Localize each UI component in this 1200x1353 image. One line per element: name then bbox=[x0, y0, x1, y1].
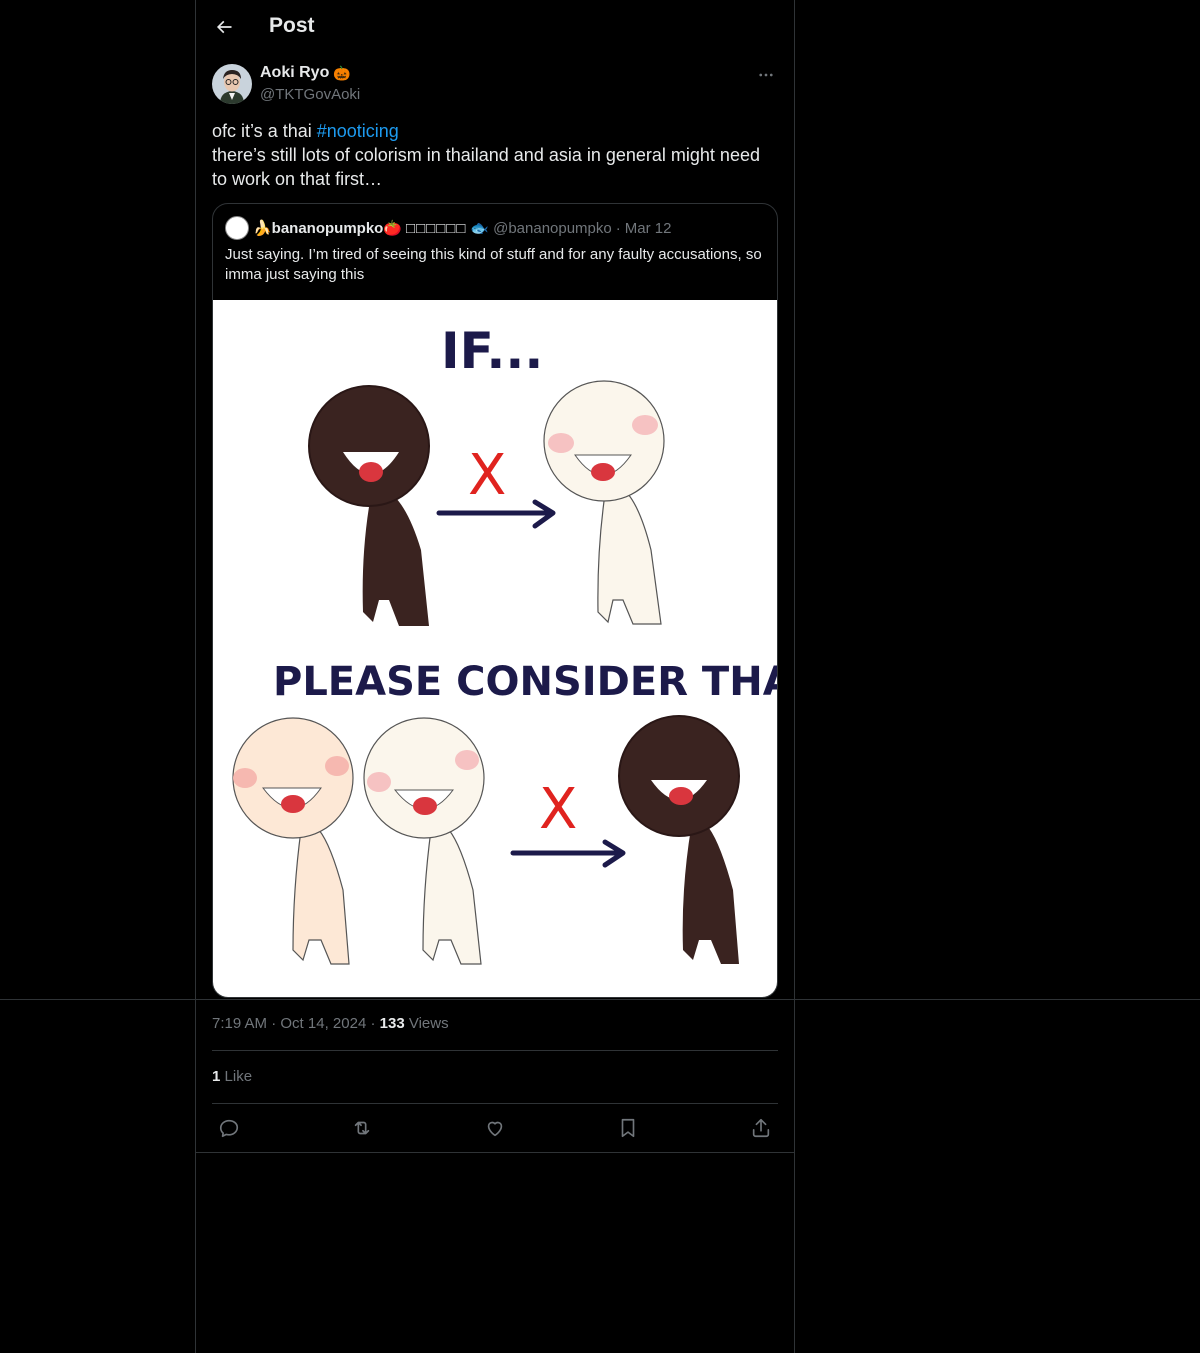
more-button[interactable] bbox=[752, 64, 780, 86]
views-count: 133 bbox=[379, 1015, 405, 1032]
divider bbox=[196, 1152, 794, 1153]
likes-summary[interactable]: 1 Like bbox=[212, 1068, 252, 1085]
more-icon bbox=[759, 73, 773, 77]
post-text-line2: there’s still lots of colorism in thaila… bbox=[212, 145, 760, 189]
back-arrow-icon bbox=[216, 20, 232, 34]
author-handle[interactable]: @TKTGovAoki bbox=[260, 86, 360, 103]
share-icon bbox=[752, 1118, 770, 1138]
post-text-line1: ofc it’s a thai bbox=[212, 121, 317, 141]
fish-icon: 🐟 bbox=[470, 220, 490, 237]
quoted-author-name-extra: □□□□□□ bbox=[406, 219, 467, 237]
author-name[interactable]: Aoki Ryo bbox=[260, 64, 329, 82]
reply-icon bbox=[219, 1119, 239, 1138]
comic-light-figure-bottom bbox=[363, 717, 485, 965]
like-count: 1 bbox=[212, 1068, 221, 1085]
comic-light-figure-top bbox=[543, 380, 665, 625]
bookmark-button[interactable] bbox=[611, 1114, 645, 1142]
comic-heading-top: IF... bbox=[441, 322, 543, 380]
post-meta: 7:19 AM · Oct 14, 2024 · 133 Views bbox=[212, 1015, 449, 1032]
like-label: Like bbox=[224, 1068, 253, 1085]
comic-dark-figure-top bbox=[308, 385, 430, 626]
post-text: ofc it’s a thai #nooticing there’s still… bbox=[212, 119, 778, 191]
comic-heading-bottom: PLEASE CONSIDER THAT... bbox=[273, 659, 777, 705]
quoted-image[interactable]: IF... X PLEASE CONSIDER TH X bbox=[213, 300, 777, 997]
quoted-text: Just saying. I’m tired of seeing this ki… bbox=[225, 246, 762, 283]
reply-button[interactable] bbox=[212, 1114, 246, 1142]
comic-dark-figure-bottom bbox=[618, 715, 740, 964]
divider bbox=[212, 1103, 778, 1104]
repost-button[interactable] bbox=[345, 1114, 379, 1142]
header: Post bbox=[196, 0, 794, 54]
back-button[interactable] bbox=[210, 13, 238, 41]
like-icon bbox=[487, 1121, 503, 1137]
views-label: Views bbox=[408, 1015, 449, 1032]
quoted-author-name: 🍌bananopumpko🍅 bbox=[253, 220, 403, 237]
pumpkin-icon: 🎃 bbox=[333, 64, 351, 81]
quoted-post[interactable]: 🍌bananopumpko🍅 □□□□□□ 🐟 @bananopumpko · … bbox=[212, 203, 778, 998]
post-time[interactable]: 7:19 AM bbox=[212, 1015, 267, 1032]
comic-cross-top: X bbox=[468, 443, 506, 508]
quoted-avatar bbox=[225, 216, 249, 240]
author-name-row[interactable]: Aoki Ryo 🎃 bbox=[260, 64, 351, 82]
post-date[interactable]: Oct 14, 2024 bbox=[280, 1015, 366, 1032]
main-column: Post Aoki Ryo 🎃 @TKTGovAoki ofc it’s a t… bbox=[195, 0, 795, 1353]
page-title: Post bbox=[269, 14, 315, 37]
horizontal-rule bbox=[0, 999, 1200, 1000]
comic-cross-bottom: X bbox=[539, 777, 577, 842]
quoted-date: Mar 12 bbox=[624, 219, 672, 237]
avatar[interactable] bbox=[212, 64, 252, 104]
comic-peach-figure-bottom bbox=[232, 717, 354, 965]
quoted-handle: @bananopumpko bbox=[493, 219, 612, 237]
divider bbox=[212, 1050, 778, 1051]
hashtag-link[interactable]: #nooticing bbox=[317, 121, 399, 141]
quoted-post-header: 🍌bananopumpko🍅 □□□□□□ 🐟 @bananopumpko · … bbox=[225, 216, 671, 240]
quoted-separator: · bbox=[615, 219, 621, 237]
repost-icon bbox=[354, 1121, 370, 1135]
share-button[interactable] bbox=[744, 1114, 778, 1142]
action-bar bbox=[212, 1114, 778, 1142]
like-button[interactable] bbox=[478, 1114, 512, 1142]
bookmark-icon bbox=[621, 1118, 635, 1138]
